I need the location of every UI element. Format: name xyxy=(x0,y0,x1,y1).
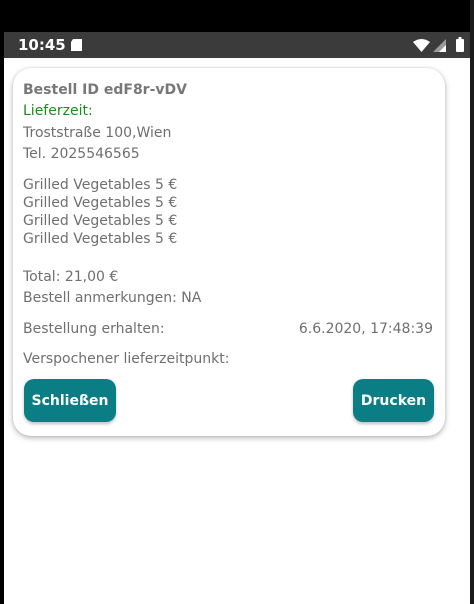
order-total: Total: 21,00 € xyxy=(23,269,119,285)
promised-delivery-label: Verspochener lieferzeitpunkt: xyxy=(23,351,230,367)
order-notes: Bestell anmerkungen: NA xyxy=(23,290,202,306)
signal-icon xyxy=(433,39,446,52)
close-button[interactable]: Schließen xyxy=(24,379,116,422)
order-item: Grilled Vegetables 5 € xyxy=(23,177,178,193)
delivery-address: Troststraße 100,Wien xyxy=(23,125,172,141)
top-bezel xyxy=(0,0,474,32)
status-time: 10:45 xyxy=(18,36,66,54)
order-item: Grilled Vegetables 5 € xyxy=(23,231,178,247)
order-id: Bestell ID edF8r-vDV xyxy=(23,82,187,98)
received-timestamp: 6.6.2020, 17:48:39 xyxy=(298,321,433,337)
delivery-time-label: Lieferzeit: xyxy=(23,103,93,119)
order-card: Bestell ID edF8r-vDV Lieferzeit: Trostst… xyxy=(13,68,445,436)
status-bar: 10:45 xyxy=(4,32,470,58)
sd-card-icon xyxy=(71,39,82,51)
right-bezel xyxy=(470,0,474,604)
order-item: Grilled Vegetables 5 € xyxy=(23,195,178,211)
phone-screen: 10:45 Bestell ID edF8r-vDV Lieferzeit: T… xyxy=(4,32,470,604)
print-button[interactable]: Drucken xyxy=(353,379,434,422)
order-item: Grilled Vegetables 5 € xyxy=(23,213,178,229)
battery-icon xyxy=(456,37,464,52)
wifi-icon xyxy=(413,39,430,52)
customer-phone: Tel. 2025546565 xyxy=(23,146,140,162)
received-label: Bestellung erhalten: xyxy=(23,321,165,337)
